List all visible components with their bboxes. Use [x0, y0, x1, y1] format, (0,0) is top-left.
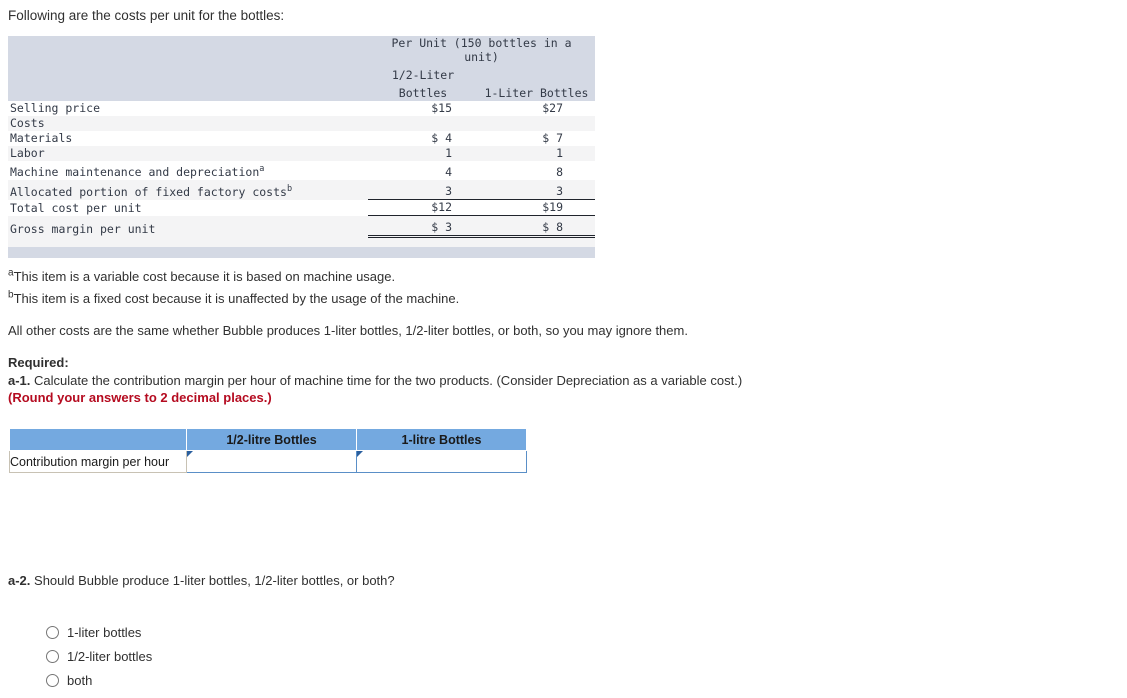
row-value-half: 4	[368, 161, 478, 180]
answer-header-blank	[9, 428, 187, 451]
row-value-half: $15	[368, 101, 478, 116]
table-row-total: Total cost per unit $12 $19	[8, 199, 596, 216]
question-a1: a-1. Calculate the contribution margin p…	[8, 373, 742, 388]
row-value-half: $12	[368, 199, 478, 216]
header-col-a-line1: 1/2-Liter	[368, 65, 478, 83]
question-a2-options: 1-liter bottles 1/2-liter bottles both	[46, 620, 152, 692]
question-a2: a-2. Should Bubble produce 1-liter bottl…	[8, 573, 395, 588]
answer-header-half-litre: 1/2-litre Bottles	[186, 428, 357, 451]
cost-per-unit-table: Per Unit (150 bottles in a unit) 1/2-Lit…	[8, 36, 596, 258]
row-label: Machine maintenance and depreciationa	[8, 161, 368, 180]
header-blank-cell	[8, 36, 368, 65]
answer-header-one-litre: 1-litre Bottles	[356, 428, 527, 451]
row-label: Costs	[8, 116, 368, 131]
contribution-margin-one-litre-input[interactable]	[357, 451, 526, 472]
footnote-ref-b: b	[286, 183, 293, 194]
header-blank-cell-3	[8, 83, 368, 101]
answer-data-row: Contribution margin per hour	[9, 450, 527, 473]
radio-icon[interactable]	[46, 625, 59, 639]
table-row: Costs	[8, 116, 596, 131]
table-footer-band	[8, 247, 596, 258]
intro-text: Following are the costs per unit for the…	[8, 8, 285, 23]
spacer-cell	[368, 236, 478, 247]
option-half-liter-bottles[interactable]: 1/2-liter bottles	[46, 644, 152, 668]
row-value-half	[368, 116, 478, 131]
row-value-half: $ 4	[368, 131, 478, 146]
cell-marker-triangle-icon	[357, 451, 363, 457]
option-both[interactable]: both	[46, 668, 152, 692]
table-row: Materials $ 4 $ 7	[8, 131, 596, 146]
row-label: Selling price	[8, 101, 368, 116]
row-label-text: Allocated portion of fixed factory costs	[10, 184, 287, 199]
row-value-one: 1	[478, 146, 596, 161]
required-label: Required:	[8, 355, 69, 370]
contribution-margin-answer-table: 1/2-litre Bottles 1-litre Bottles Contri…	[9, 428, 527, 473]
row-value-one: $ 8	[478, 215, 596, 238]
row-label: Allocated portion of fixed factory costs…	[8, 180, 368, 200]
option-label: 1/2-liter bottles	[67, 648, 153, 664]
rounding-note: (Round your answers to 2 decimal places.…	[8, 390, 272, 405]
option-label: both	[67, 672, 93, 688]
row-label: Materials	[8, 131, 368, 146]
radio-icon[interactable]	[46, 649, 59, 663]
table-header-span-row: Per Unit (150 bottles in a unit)	[8, 36, 596, 65]
row-value-one: 8	[478, 161, 596, 180]
spacer-cell	[478, 236, 596, 247]
contribution-margin-half-litre-input[interactable]	[187, 451, 356, 472]
cell-marker-triangle-icon	[187, 451, 193, 457]
table-row: Machine maintenance and depreciationa 4 …	[8, 161, 596, 180]
all-other-costs-note: All other costs are the same whether Bub…	[8, 323, 688, 338]
table-header-col-row-2: Bottles 1-Liter Bottles	[8, 83, 596, 101]
table-header-col-row-1: 1/2-Liter	[8, 65, 596, 83]
question-a2-text: Should Bubble produce 1-liter bottles, 1…	[30, 573, 395, 588]
table-row: Allocated portion of fixed factory costs…	[8, 180, 596, 200]
row-value-one	[478, 116, 596, 131]
answer-cell-half-litre[interactable]	[186, 450, 357, 473]
row-value-one: $27	[478, 101, 596, 116]
header-per-unit-line1: Per Unit (150 bottles in a	[391, 36, 572, 50]
row-value-half: $ 3	[368, 215, 478, 238]
radio-icon[interactable]	[46, 673, 59, 687]
footnote-ref-a: a	[259, 164, 265, 175]
row-value-half: 3	[368, 180, 478, 200]
answer-row-label: Contribution margin per hour	[9, 450, 187, 473]
question-a1-text: Calculate the contribution margin per ho…	[30, 373, 743, 388]
answer-header-row: 1/2-litre Bottles 1-litre Bottles	[9, 428, 527, 451]
footnote-a-text: This item is a variable cost because it …	[13, 269, 396, 284]
table-row: Labor 1 1	[8, 146, 596, 161]
row-value-one: 3	[478, 180, 596, 200]
table-row: Selling price $15 $27	[8, 101, 596, 116]
footnote-b: bThis item is a fixed cost because it is…	[8, 290, 460, 306]
header-blank-cell-2	[8, 65, 368, 83]
footnote-a: aThis item is a variable cost because it…	[8, 268, 396, 284]
answer-cell-one-litre[interactable]	[356, 450, 527, 473]
table-row-gross-margin: Gross margin per unit $ 3 $ 8	[8, 215, 596, 238]
table-spacer-row	[8, 236, 596, 247]
row-label: Total cost per unit	[8, 199, 368, 216]
footnote-b-text: This item is a fixed cost because it is …	[13, 291, 460, 306]
question-a2-number: a-2.	[8, 573, 31, 588]
header-col-b-blank	[478, 65, 596, 83]
spacer-cell	[8, 236, 368, 247]
header-per-unit: Per Unit (150 bottles in a unit)	[368, 36, 596, 65]
footer-cell	[8, 247, 368, 258]
header-per-unit-line2: unit)	[464, 50, 499, 64]
row-value-one: $19	[478, 199, 596, 216]
row-label: Labor	[8, 146, 368, 161]
footer-cell	[478, 247, 596, 258]
question-a1-number: a-1.	[8, 373, 31, 388]
option-label: 1-liter bottles	[67, 624, 142, 640]
option-1-liter-bottles[interactable]: 1-liter bottles	[46, 620, 152, 644]
header-col-a-line2: Bottles	[368, 83, 478, 101]
row-label-text: Machine maintenance and depreciation	[10, 165, 260, 179]
row-value-half: 1	[368, 146, 478, 161]
row-label: Gross margin per unit	[8, 215, 368, 237]
row-value-one: $ 7	[478, 131, 596, 146]
header-col-b: 1-Liter Bottles	[478, 83, 596, 101]
footer-cell	[368, 247, 478, 258]
